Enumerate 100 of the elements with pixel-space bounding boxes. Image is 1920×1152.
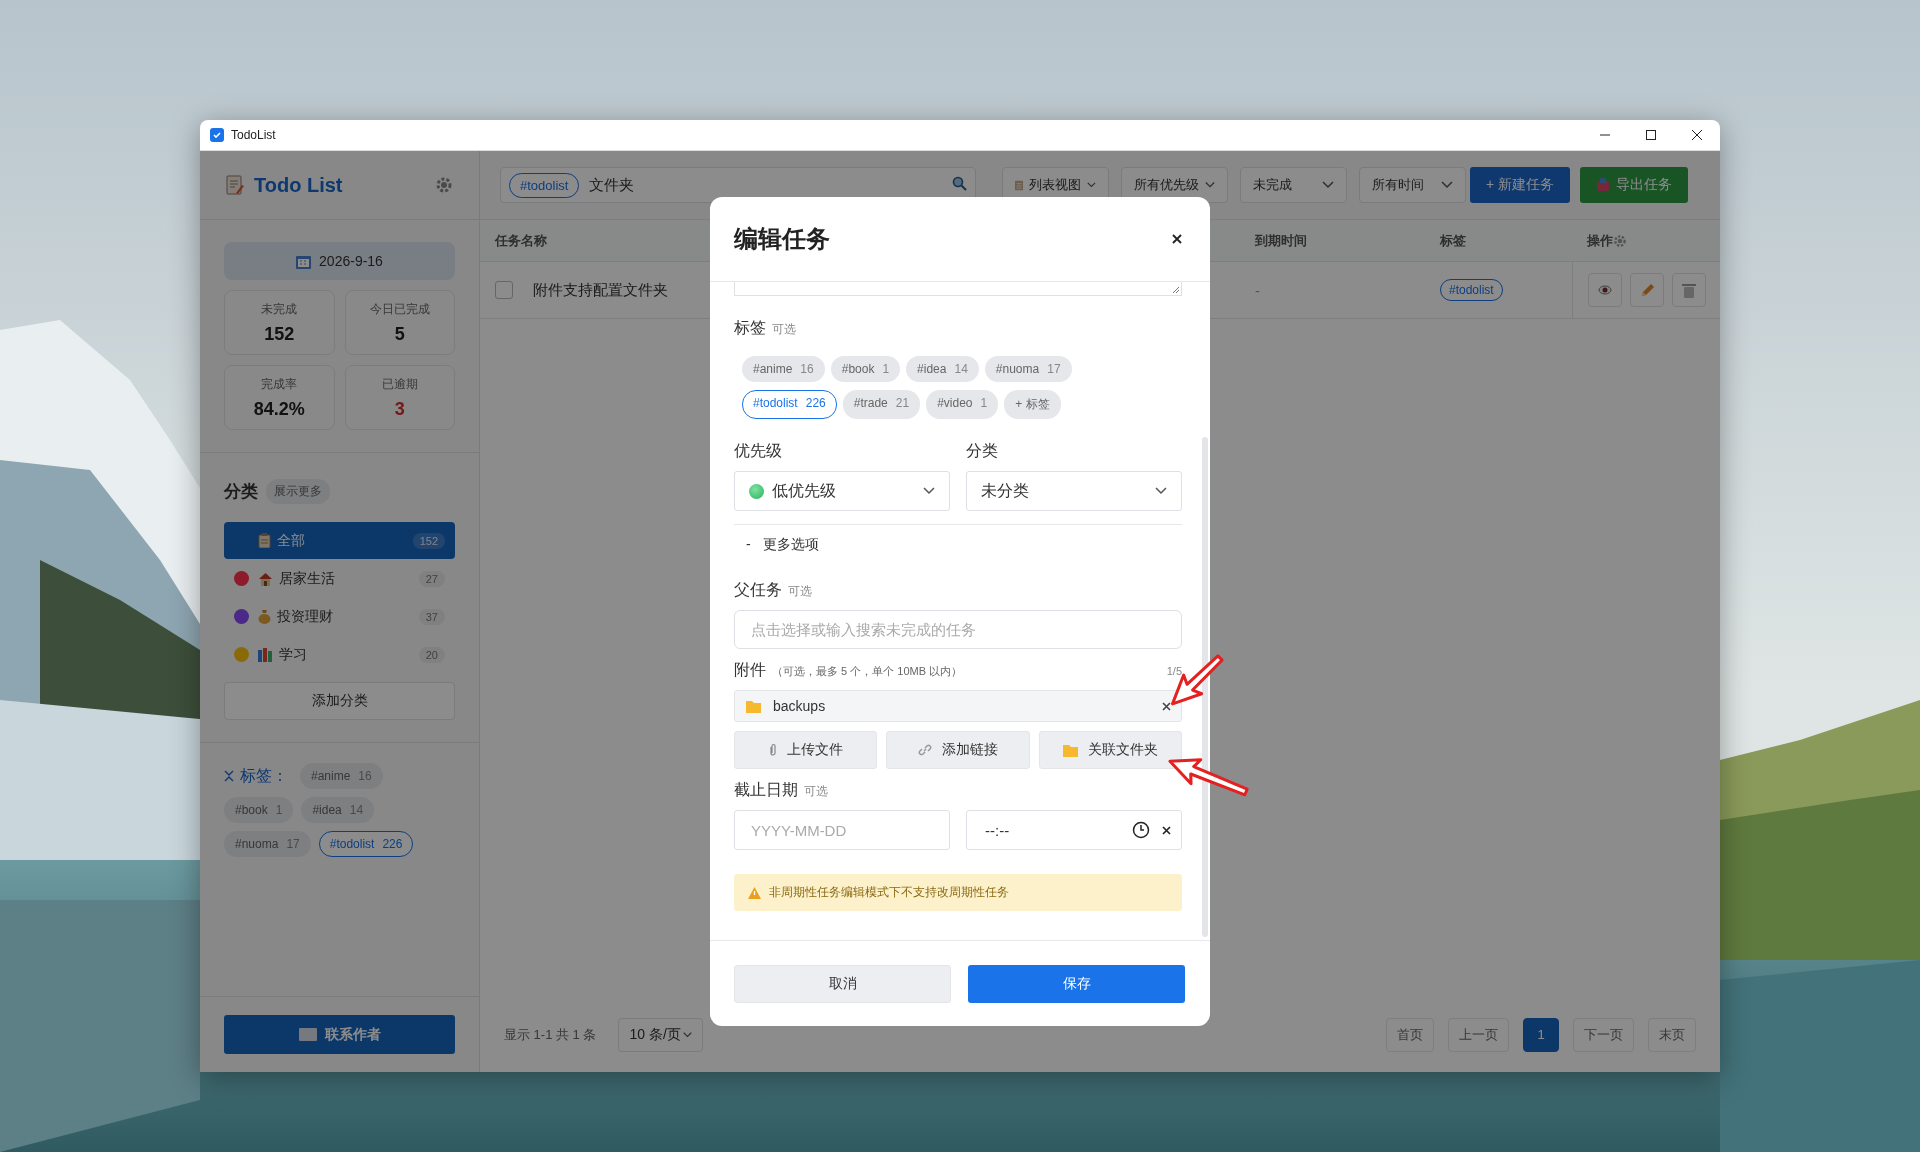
edit-button[interactable] [1630,273,1664,307]
count-badge: 20 [418,646,445,663]
attachment-hint: （可选，最多 5 个，单个 10MB 以内） [772,664,963,679]
pencil-icon [1639,282,1655,298]
date-field[interactable]: YYYY-MM-DD [734,810,950,850]
column-header: 操作 [1587,231,1613,250]
priority-dot [749,483,764,499]
close-icon[interactable] [1692,130,1702,140]
attachment-name: backups [773,698,827,714]
notepad-icon [226,175,244,195]
category-item[interactable]: 全部 152 [224,522,455,559]
section-title: 分类 [224,481,258,503]
show-more-button[interactable]: 展示更多 [266,479,330,504]
tag-chip[interactable]: #todolist 226 [318,831,414,857]
checkbox[interactable] [495,281,513,299]
field-label: 标签 [734,318,766,338]
chevron-down-icon [1205,181,1215,189]
stat-label: 今日已完成 [369,300,430,318]
filter-dropdown[interactable]: 所有时间 [1359,167,1466,203]
chevron-down-icon [1441,181,1453,189]
chevron-down-icon [1087,181,1096,189]
view-button[interactable] [1588,273,1622,307]
tag-chip[interactable]: #idea 14 [906,356,979,382]
count-badge: 27 [418,570,445,587]
eye-icon [1598,285,1612,295]
category-select[interactable]: 未分类 [966,471,1182,511]
optional-note: 可选 [804,783,828,800]
optional-note: 可选 [772,321,796,338]
upload-button[interactable]: 上传文件 [734,731,878,769]
count-badge: 37 [418,608,445,625]
warning-icon [748,886,761,899]
stat-value: 5 [394,323,405,345]
collapse-icon[interactable] [224,770,234,782]
last-page-button[interactable]: 末页 [1648,1017,1696,1052]
chevron-down-icon [923,487,935,495]
dialog-title: 编辑任务 [734,224,830,254]
search-icon [952,176,967,191]
new-task-button[interactable]: + 新建任务 [1470,167,1570,203]
chevron-down-icon [682,1031,692,1038]
tag-chip[interactable]: #anime 16 [742,356,825,382]
calendar-icon [296,253,312,269]
tag-chip[interactable]: #todolist [509,172,580,198]
clock-icon [1132,821,1150,839]
parent-task-field[interactable]: 点击选择或输入搜索未完成的任务 [734,610,1182,649]
stat-value: 3 [394,398,405,420]
stat-value: 84.2% [253,398,305,420]
close-icon [1172,234,1182,244]
category-item[interactable]: 居家生活 27 [224,560,455,597]
attachment-count: 1/5 [1166,665,1182,677]
house-icon [258,571,273,586]
filter-dropdown[interactable]: 未完成 [1240,167,1347,203]
scrollbar[interactable] [1202,437,1208,937]
field-label: 截止日期 [734,780,798,800]
trash-icon [1682,282,1696,298]
chevron-down-icon [1155,487,1167,495]
page-button[interactable]: 1 [1523,1017,1559,1052]
description-field[interactable] [734,282,1182,296]
monitor-icon [298,1028,317,1041]
link-folder-button[interactable]: 关联文件夹 [1038,731,1182,769]
date-text: 2026-9-16 [319,253,383,269]
search-field[interactable]: #todolist 文件夹 [500,167,976,203]
column-header: 标签 [1425,220,1572,262]
contact-button[interactable]: 联系作者 [224,1015,455,1054]
folder-icon [746,699,761,713]
add-tag-button[interactable]: + 标签 [1004,390,1061,419]
field-label: 附件 [734,660,766,680]
tag-chip[interactable]: #video 1 [926,390,999,419]
category-item[interactable]: 投资理财 37 [224,598,455,635]
clear-icon[interactable] [1162,825,1171,835]
delete-button[interactable] [1672,273,1706,307]
expand-marker[interactable]: - [746,536,751,554]
add-category-button[interactable]: 添加分类 [224,682,455,720]
priority-select[interactable]: 低优先级 [734,471,950,511]
more-options-toggle[interactable]: 更多选项 [762,536,819,554]
app-icon [210,128,224,142]
maximize-icon[interactable] [1646,130,1656,140]
books-icon [258,647,273,662]
field-label: 分类 [966,441,998,461]
time-field[interactable]: --:-- [966,810,1182,850]
add-link-button[interactable]: 添加链接 [886,731,1030,769]
first-page-button[interactable]: 首页 [1386,1017,1434,1052]
export-button[interactable]: 导出任务 [1580,167,1688,203]
field-label: 优先级 [734,441,782,461]
category-item[interactable]: 学习 20 [224,636,455,673]
app-title: Todo List [254,173,344,197]
page-summary: 显示 1-1 共 1 条 [504,1025,597,1044]
tag-chip[interactable]: #nuoma 17 [984,356,1072,382]
settings-icon[interactable] [435,176,453,194]
tag-chip[interactable]: #trade 21 [842,390,921,419]
stat-label: 已逾期 [381,375,418,393]
save-button[interactable]: 保存 [968,964,1185,1003]
cancel-button[interactable]: 取消 [734,964,951,1003]
export-icon [1596,178,1610,192]
page-size-select[interactable]: 10 条/页 [618,1017,703,1052]
settings-icon[interactable] [1613,233,1627,248]
tag-chip[interactable]: #book 1 [830,356,901,382]
stat-label: 完成率 [261,375,298,393]
window-title: TodoList [231,128,277,142]
tag-chip[interactable]: #todolist 226 [742,390,837,419]
stat-value: 152 [264,323,295,345]
